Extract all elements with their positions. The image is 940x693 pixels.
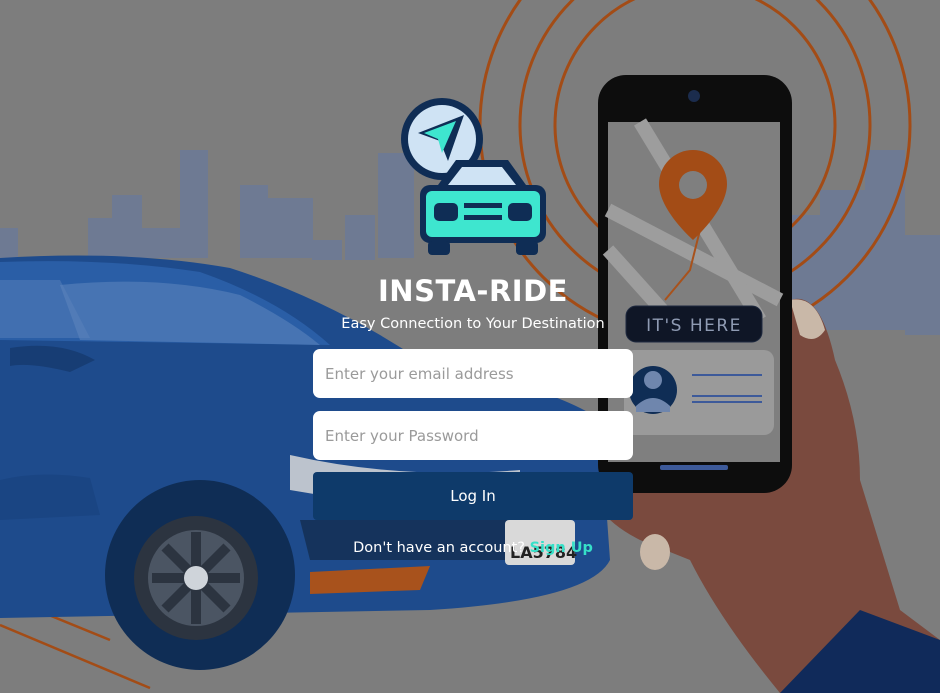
car-with-navigation-arrow-icon bbox=[401, 98, 546, 255]
login-button[interactable]: Log In bbox=[313, 472, 633, 520]
app-subtitle: Easy Connection to Your Destination bbox=[341, 316, 605, 332]
signup-row: Don't have an account? Sign Up bbox=[300, 540, 646, 556]
signup-prompt: Don't have an account? bbox=[353, 540, 525, 556]
login-panel: INSTA-RIDE Easy Connection to Your Desti… bbox=[0, 0, 940, 693]
email-field[interactable] bbox=[313, 349, 633, 398]
password-field[interactable] bbox=[313, 411, 633, 460]
signup-link[interactable]: Sign Up bbox=[530, 540, 593, 556]
app-title: INSTA-RIDE bbox=[378, 274, 568, 308]
